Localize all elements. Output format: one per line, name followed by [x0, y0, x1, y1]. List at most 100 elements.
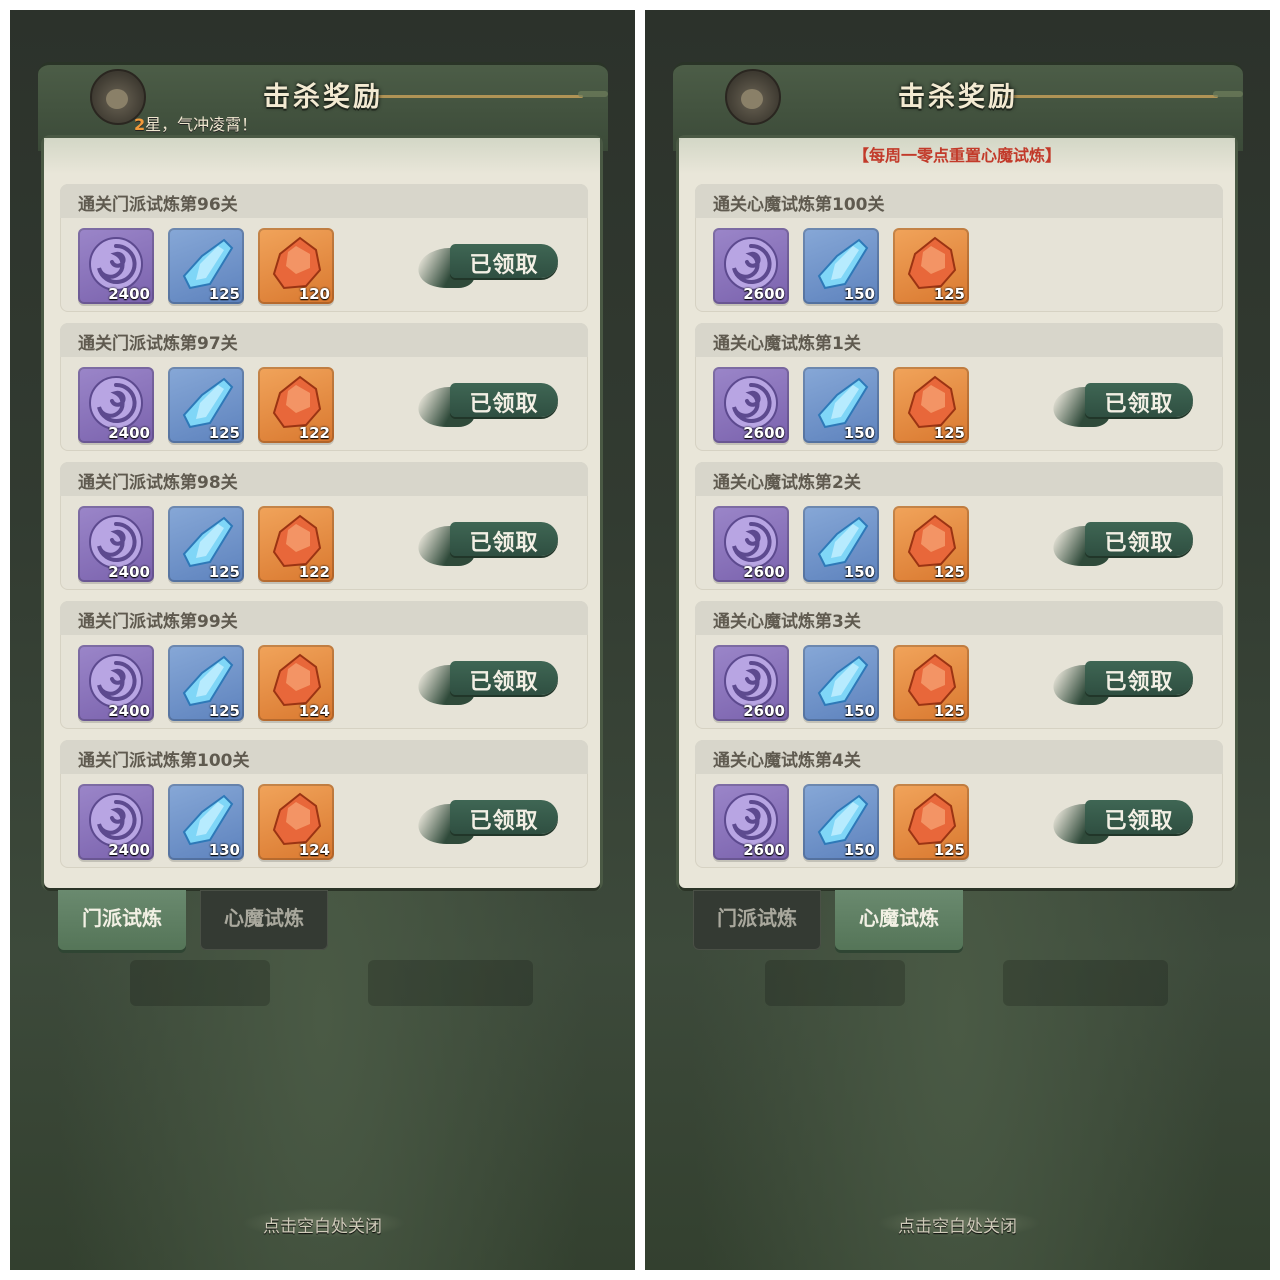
reward-row-header: 通关心魔试炼第1关 — [695, 323, 1223, 357]
reward-item-quantity: 125 — [933, 563, 965, 581]
reward-item-quantity: 2400 — [108, 841, 150, 859]
reward-row-title: 通关心魔试炼第1关 — [713, 334, 861, 354]
reward-row-title: 通关门派试炼第98关 — [78, 473, 238, 493]
reward-row-title: 通关心魔试炼第100关 — [713, 195, 885, 215]
reward-row: 通关心魔试炼第4关 2600 150 125 已领取 — [695, 740, 1223, 868]
screen-heart-demon-trial: 击杀奖励 【每周一零点重置心魔试炼】 通关心魔试炼第100关 2600 150 125… — [645, 10, 1270, 1270]
reward-item-quantity: 150 — [843, 841, 875, 859]
reward-item-quantity: 2600 — [743, 841, 785, 859]
reward-row: 通关门派试炼第97关 2400 125 122 已领取 — [60, 323, 588, 451]
panel-mist — [44, 138, 600, 174]
claimed-label: 已领取 — [469, 391, 539, 417]
reward-item-quantity: 125 — [933, 702, 965, 720]
reward-item[interactable]: 2400 — [78, 645, 154, 721]
reward-item[interactable]: 2600 — [713, 506, 789, 582]
reward-item-quantity: 125 — [208, 563, 240, 581]
reward-item[interactable]: 125 — [893, 645, 969, 721]
close-hint[interactable]: 点击空白处关闭 — [645, 1212, 1270, 1237]
reward-item[interactable]: 125 — [893, 506, 969, 582]
star-count: 2 — [134, 115, 146, 134]
popup-title: 击杀奖励 — [263, 82, 383, 113]
reward-item[interactable]: 2400 — [78, 506, 154, 582]
reward-item[interactable]: 150 — [803, 228, 879, 304]
claimed-label: 已领取 — [1104, 669, 1174, 695]
reward-row: 通关门派试炼第100关 2400 130 124 已领取 — [60, 740, 588, 868]
reward-item-quantity: 125 — [933, 841, 965, 859]
notice-text: 【每周一零点重置心魔试炼】 — [852, 146, 1061, 165]
reward-item[interactable]: 2400 — [78, 228, 154, 304]
reward-row: 通关心魔试炼第2关 2600 150 125 已领取 — [695, 462, 1223, 590]
reward-item[interactable]: 150 — [803, 645, 879, 721]
reward-row-title: 通关门派试炼第100关 — [78, 751, 250, 771]
reward-item[interactable]: 2400 — [78, 367, 154, 443]
claimed-label: 已领取 — [469, 252, 539, 278]
background-dim-button — [765, 960, 905, 1006]
background-dim-button — [1003, 960, 1168, 1006]
reward-item[interactable]: 122 — [258, 367, 334, 443]
reward-item-quantity: 2600 — [743, 285, 785, 303]
tab-sect-trial[interactable]: 门派试炼 — [693, 890, 821, 950]
reward-item[interactable]: 125 — [168, 506, 244, 582]
reward-item-quantity: 2600 — [743, 702, 785, 720]
tab-sect-trial[interactable]: 门派试炼 — [58, 890, 186, 950]
reward-item-quantity: 124 — [298, 841, 330, 859]
reward-item[interactable]: 125 — [893, 228, 969, 304]
reward-item[interactable]: 122 — [258, 506, 334, 582]
reward-item[interactable]: 120 — [258, 228, 334, 304]
reward-item[interactable]: 2600 — [713, 228, 789, 304]
reward-item-quantity: 122 — [298, 424, 330, 442]
reward-item[interactable]: 130 — [168, 784, 244, 860]
reward-item[interactable]: 2600 — [713, 645, 789, 721]
reward-row: 通关门派试炼第99关 2400 125 124 已领取 — [60, 601, 588, 729]
claimed-label: 已领取 — [469, 669, 539, 695]
background-dim-button — [130, 960, 270, 1006]
reward-item-quantity: 2400 — [108, 563, 150, 581]
reward-item[interactable]: 125 — [168, 645, 244, 721]
reward-item-quantity: 150 — [843, 285, 875, 303]
reward-item[interactable]: 125 — [893, 784, 969, 860]
subtitle-text: 星，气冲凌霄！ — [145, 115, 258, 134]
reward-item-quantity: 120 — [298, 285, 330, 303]
reward-item[interactable]: 2600 — [713, 367, 789, 443]
reward-row: 通关心魔试炼第1关 2600 150 125 已领取 — [695, 323, 1223, 451]
reward-item[interactable]: 124 — [258, 784, 334, 860]
reward-row-header: 通关门派试炼第100关 — [60, 740, 588, 774]
reward-row-header: 通关门派试炼第96关 — [60, 184, 588, 218]
reward-item-quantity: 130 — [208, 841, 240, 859]
claimed-label: 已领取 — [469, 808, 539, 834]
reward-item[interactable]: 2400 — [78, 784, 154, 860]
reward-row-title: 通关心魔试炼第4关 — [713, 751, 861, 771]
reward-item[interactable]: 150 — [803, 784, 879, 860]
reward-item[interactable]: 125 — [168, 367, 244, 443]
tab-heart-demon-trial[interactable]: 心魔试炼 — [835, 890, 963, 950]
reward-item[interactable]: 125 — [893, 367, 969, 443]
screen-sect-trial: 击杀奖励 2星，气冲凌霄！ 通关门派试炼第96关 2400 125 120 已领取 通关门… — [10, 10, 635, 1270]
reward-item[interactable]: 124 — [258, 645, 334, 721]
reward-row-header: 通关心魔试炼第4关 — [695, 740, 1223, 774]
reward-item-quantity: 2400 — [108, 424, 150, 442]
popup-title: 击杀奖励 — [898, 82, 1018, 113]
reward-item-quantity: 124 — [298, 702, 330, 720]
reward-row: 通关心魔试炼第100关 2600 150 125 — [695, 184, 1223, 312]
claimed-badge: 已领取 — [1045, 383, 1201, 427]
reward-item-quantity: 150 — [843, 424, 875, 442]
reward-item-quantity: 122 — [298, 563, 330, 581]
reward-item-quantity: 125 — [208, 702, 240, 720]
reward-item[interactable]: 150 — [803, 506, 879, 582]
reward-row-header: 通关门派试炼第99关 — [60, 601, 588, 635]
reward-item[interactable]: 2600 — [713, 784, 789, 860]
close-hint[interactable]: 点击空白处关闭 — [10, 1212, 635, 1237]
reward-item[interactable]: 150 — [803, 367, 879, 443]
reward-row-title: 通关门派试炼第99关 — [78, 612, 238, 632]
claimed-badge: 已领取 — [410, 661, 566, 705]
reward-row: 通关门派试炼第98关 2400 125 122 已领取 — [60, 462, 588, 590]
tab-heart-demon-trial[interactable]: 心魔试炼 — [200, 890, 328, 950]
claimed-badge: 已领取 — [410, 522, 566, 566]
reward-row-header: 通关心魔试炼第2关 — [695, 462, 1223, 496]
claimed-badge: 已领取 — [1045, 522, 1201, 566]
reward-panel: 通关门派试炼第96关 2400 125 120 已领取 通关门派试炼第97关 2400 125… — [44, 138, 600, 888]
claimed-badge: 已领取 — [410, 383, 566, 427]
reward-item-quantity: 125 — [208, 285, 240, 303]
reward-row: 通关门派试炼第96关 2400 125 120 已领取 — [60, 184, 588, 312]
reward-item[interactable]: 125 — [168, 228, 244, 304]
